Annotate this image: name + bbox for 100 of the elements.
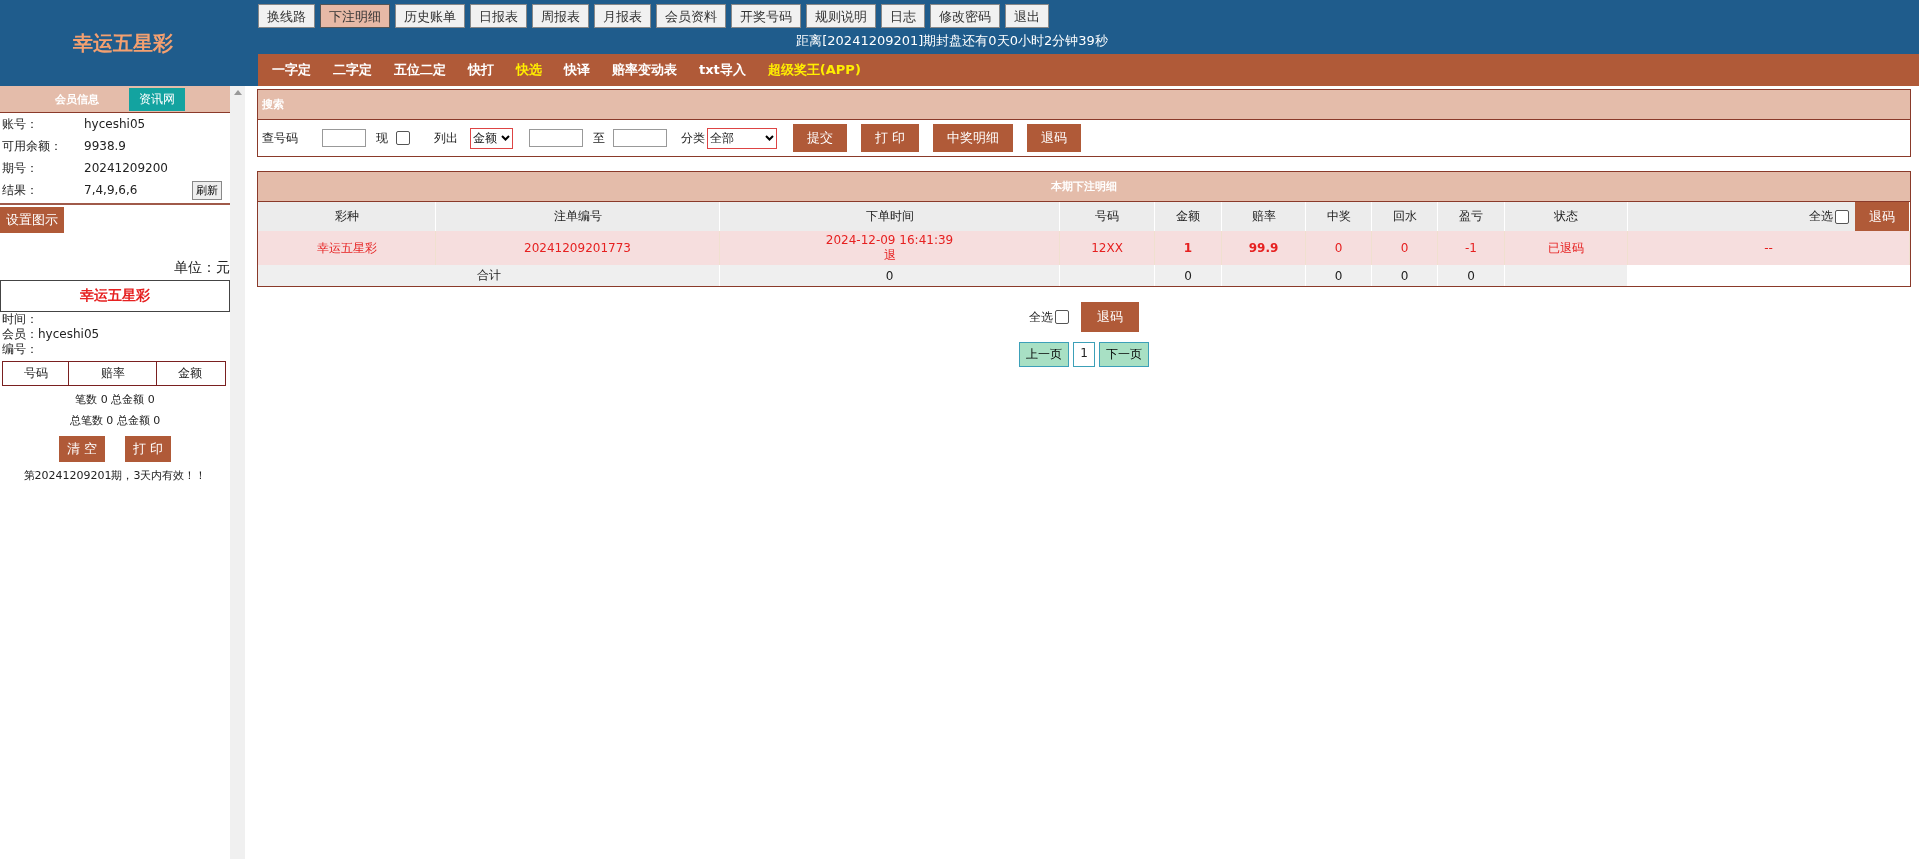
ticket-button[interactable]: 清 空 <box>58 436 105 462</box>
max-input[interactable] <box>613 129 667 147</box>
category-select[interactable]: 全部 <box>707 127 777 149</box>
table-cell: 0 <box>1438 265 1505 286</box>
sub-nav-link[interactable]: 快选 <box>516 61 542 79</box>
ticket-summary: 笔数 0 总金额 0 <box>75 393 155 406</box>
info-value: 7,4,9,6,6 <box>84 183 139 197</box>
next-page-button[interactable]: 下一页 <box>1098 342 1149 367</box>
column-header: 注单编号 <box>436 202 720 231</box>
checkbox[interactable] <box>396 131 410 145</box>
sub-nav-link[interactable]: 五位二定 <box>394 61 446 79</box>
nav-tab[interactable]: 历史账单 <box>395 4 465 28</box>
ticket-line: 时间： <box>2 312 38 326</box>
ticket-line: 会员：hyceshi05 <box>2 327 100 341</box>
logo-title: 幸运五星彩 <box>71 29 174 57</box>
info-label: 期号： <box>2 159 39 177</box>
ticket-line: 编号： <box>2 342 38 356</box>
info-label: 结果： <box>2 181 39 199</box>
column-header: 赔率 <box>1222 202 1306 231</box>
unit-label: 单位：元 <box>174 259 230 275</box>
table-cell: -- <box>1628 231 1910 265</box>
min-input[interactable] <box>529 129 583 147</box>
nav-tab[interactable]: 会员资料 <box>656 4 726 28</box>
dropdown-caret-icon <box>501 135 510 141</box>
cancel-button[interactable]: 退码 <box>1855 202 1909 231</box>
column-header: 盈亏 <box>1438 202 1505 231</box>
search-header: 搜索 <box>258 90 1910 120</box>
table-cell: 0 <box>1155 265 1222 286</box>
info-label: 可用余额： <box>2 137 63 155</box>
sub-nav-link[interactable]: 赔率变动表 <box>612 61 677 79</box>
field-label: 列出 <box>434 129 458 147</box>
settings-button[interactable]: 设置图示 <box>0 207 64 233</box>
search-button[interactable]: 中奖明细 <box>933 124 1014 152</box>
refresh-button[interactable]: 刷新 <box>192 180 222 200</box>
nav-tab[interactable]: 退出 <box>1005 4 1049 28</box>
table-cell: 12XX <box>1060 231 1155 265</box>
column-header: 号码 <box>1060 202 1155 231</box>
table-cell: 0 <box>1372 231 1438 265</box>
column-header: 下单时间 <box>720 202 1060 231</box>
field-label: 现 <box>376 129 388 147</box>
table-cell: 0 <box>720 265 1060 286</box>
sub-nav-link[interactable]: 快译 <box>564 61 590 79</box>
ticket-title: 幸运五星彩 <box>0 280 230 312</box>
list-select[interactable]: 金额 <box>470 127 513 149</box>
scroll-up-icon[interactable] <box>233 90 242 95</box>
column-header: 彩种 <box>258 202 436 231</box>
column-header: 状态 <box>1505 202 1628 231</box>
ticket-summary: 总笔数 0 总金额 0 <box>69 414 161 427</box>
page-number[interactable]: 1 <box>1073 342 1095 367</box>
search-button[interactable]: 打 印 <box>861 124 920 152</box>
nav-tab[interactable]: 月报表 <box>594 4 651 28</box>
table-cell: 1 <box>1155 231 1222 265</box>
column-header: 回水 <box>1372 202 1438 231</box>
sidebar-tab[interactable]: 资讯网 <box>129 87 185 111</box>
sub-nav-link[interactable]: 二字定 <box>333 61 372 79</box>
nav-tab[interactable]: 日报表 <box>470 4 527 28</box>
column-header: 金额 <box>1155 202 1222 231</box>
table-cell: 0 <box>1372 265 1438 286</box>
prev-page-button[interactable]: 上一页 <box>1019 342 1070 367</box>
table-title: 本期下注明细 <box>258 172 1910 202</box>
sub-nav-link[interactable]: 一字定 <box>272 61 311 79</box>
nav-tab[interactable]: 换线路 <box>258 4 315 28</box>
nav-tab[interactable]: 日志 <box>881 4 925 28</box>
info-value: hyceshi05 <box>84 117 147 131</box>
table-cell: 0 <box>1306 265 1372 286</box>
info-value: 9938.9 <box>84 139 127 153</box>
number-input[interactable] <box>322 129 366 147</box>
table-cell: 20241209201773 <box>436 231 720 265</box>
sub-nav-link[interactable]: txt导入 <box>699 61 746 79</box>
search-button[interactable]: 提交 <box>793 124 847 152</box>
nav-tab[interactable]: 下注明细 <box>320 4 390 28</box>
sub-nav-link[interactable]: 超级奖王(APP) <box>767 61 861 79</box>
checkbox[interactable] <box>1835 209 1849 224</box>
table-cell: 0 <box>1306 231 1372 265</box>
nav-tab[interactable]: 规则说明 <box>806 4 876 28</box>
nav-tab[interactable]: 周报表 <box>532 4 589 28</box>
info-label: 账号： <box>2 115 39 133</box>
field-label: 分类 <box>681 129 705 147</box>
select-all-label: 全选 <box>1029 308 1053 326</box>
total-label: 合计 <box>258 265 720 286</box>
ticket-table-header: 号码 赔率 金额 <box>2 361 226 386</box>
select-all-label: 全选 <box>1809 208 1833 225</box>
sub-nav-link[interactable]: 快打 <box>468 61 494 79</box>
search-button[interactable]: 退码 <box>1027 124 1082 152</box>
table-cell: 99.9 <box>1222 231 1306 265</box>
field-label: 查号码 <box>262 129 298 147</box>
table-cell: -1 <box>1438 231 1505 265</box>
checkbox[interactable] <box>1055 310 1069 324</box>
table-cell: 已退码 <box>1505 231 1628 265</box>
dropdown-caret-icon <box>765 135 774 141</box>
table-cell: 2024-12-09 16:41:39 退 <box>720 231 1060 265</box>
ticket-note: 第20241209201期，3天内有效！！ <box>23 469 207 482</box>
info-value: 20241209200 <box>84 161 169 175</box>
cancel-button[interactable]: 退码 <box>1081 302 1139 332</box>
ticket-button[interactable]: 打 印 <box>125 436 172 462</box>
nav-tab[interactable]: 开奖号码 <box>731 4 801 28</box>
nav-tab[interactable]: 修改密码 <box>930 4 1000 28</box>
column-header: 中奖 <box>1306 202 1372 231</box>
table-cell: 幸运五星彩 <box>258 231 436 265</box>
countdown-text: 距离[20241209201]期封盘还有0天0小时2分钟39秒 <box>796 33 1108 48</box>
